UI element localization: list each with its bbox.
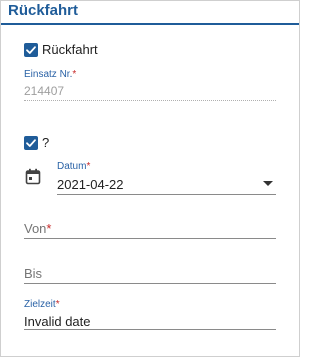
datum-label: Datum* [57, 161, 90, 172]
bis-label-text: Bis [24, 266, 43, 281]
von-field[interactable]: Von* [24, 221, 51, 236]
zielzeit-label: Zielzeit* [24, 299, 60, 310]
calendar-icon[interactable] [25, 168, 41, 185]
checkmark-icon [26, 46, 36, 54]
von-required-mark: * [46, 221, 52, 236]
einsatz-nr-label: Einsatz Nr.* [24, 69, 76, 80]
datum-required-mark: * [86, 161, 91, 172]
zielzeit-label-text: Zielzeit [24, 299, 56, 310]
von-label-text: Von [24, 221, 47, 236]
section-title: Rückfahrt [8, 2, 79, 19]
datum-label-text: Datum [57, 161, 87, 172]
checkmark-icon [26, 139, 36, 147]
rueckfahrt-panel: Rückfahrt Rückfahrt Einsatz Nr.* 214407 … [0, 0, 300, 357]
einsatz-nr-label-text: Einsatz Nr. [24, 69, 73, 80]
datum-value[interactable]: 2021-04-22 [57, 177, 124, 192]
rueckfahrt-checkbox-label[interactable]: Rückfahrt [42, 42, 98, 57]
einsatz-nr-underline [24, 100, 276, 101]
zielzeit-input[interactable]: Invalid date [24, 314, 91, 329]
section-title-underline [1, 23, 299, 25]
einsatz-nr-required-mark: * [72, 69, 77, 80]
datum-underline [57, 194, 276, 195]
zielzeit-underline [24, 329, 276, 330]
bis-field[interactable]: Bis [24, 266, 42, 281]
question-checkbox[interactable] [24, 136, 38, 150]
question-checkbox-label[interactable]: ? [42, 135, 49, 150]
zielzeit-required-mark: * [55, 299, 60, 310]
rueckfahrt-checkbox[interactable] [24, 43, 38, 57]
einsatz-nr-value: 214407 [24, 84, 65, 98]
bis-underline [24, 283, 276, 284]
von-underline [24, 238, 276, 239]
chevron-down-icon[interactable] [263, 181, 273, 186]
